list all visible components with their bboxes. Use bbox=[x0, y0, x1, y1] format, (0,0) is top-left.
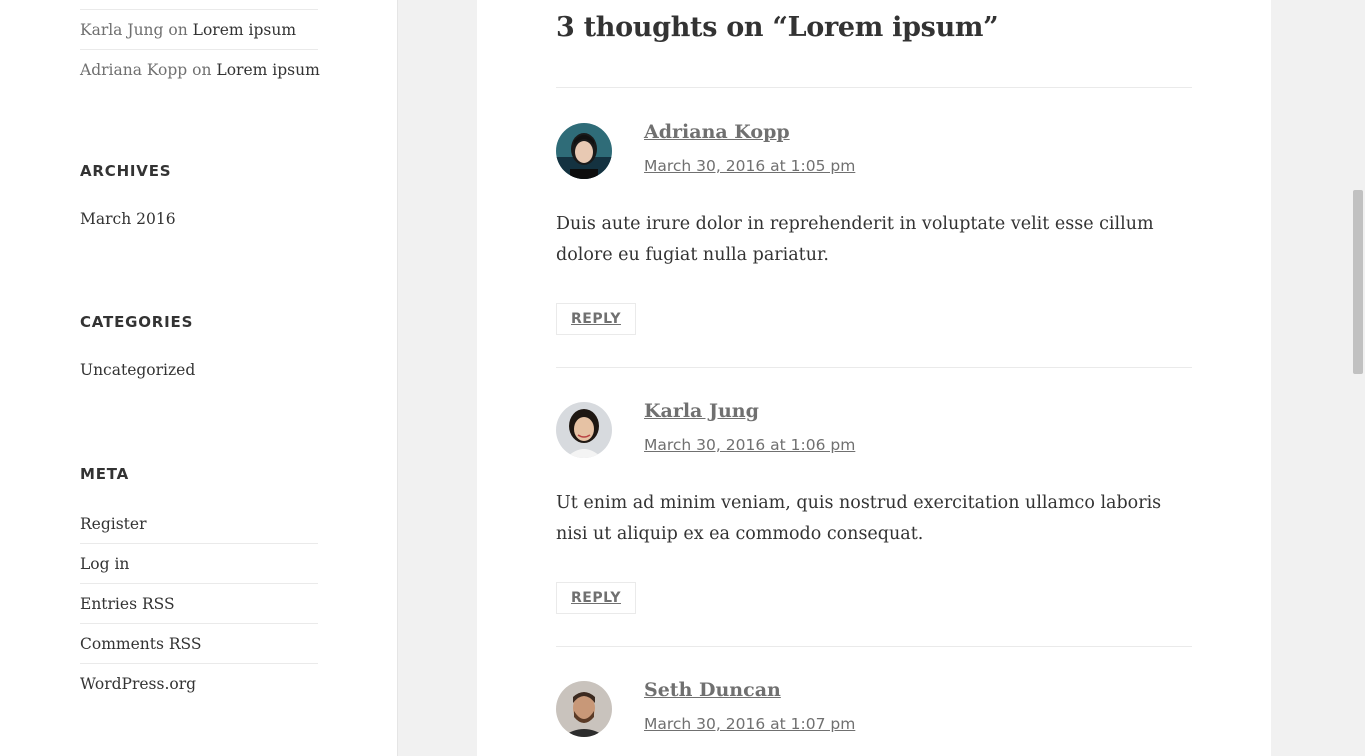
comment-on: on bbox=[192, 61, 212, 79]
register-link[interactable]: Register bbox=[80, 515, 147, 533]
list-item: Karla Jung on Lorem ipsum bbox=[80, 9, 318, 49]
category-link-uncategorized[interactable]: Uncategorized bbox=[80, 361, 195, 379]
comment-author-link[interactable]: Karla Jung bbox=[644, 400, 759, 422]
login-link[interactable]: Log in bbox=[80, 555, 129, 573]
divider bbox=[556, 87, 1192, 88]
reply-button[interactable]: REPLY bbox=[556, 582, 636, 614]
comment-text: Duis aute irure dolor in reprehenderit i… bbox=[556, 214, 1154, 265]
comment-text: Ut enim ad minim veniam, quis nostrud ex… bbox=[556, 493, 1162, 544]
comment-author: Adriana Kopp bbox=[80, 61, 188, 79]
comment: Adriana Kopp March 30, 2016 at 1:05 pm D… bbox=[556, 121, 1192, 335]
comment-author-link[interactable]: Adriana Kopp bbox=[644, 121, 790, 143]
comment-date-link[interactable]: March 30, 2016 at 1:06 pm bbox=[644, 436, 855, 454]
scrollbar-thumb[interactable] bbox=[1353, 190, 1363, 374]
comment: Seth Duncan March 30, 2016 at 1:07 pm bbox=[556, 679, 1192, 756]
list-item: Log in bbox=[80, 544, 318, 584]
meta-list: Register Log in Entries RSS Comments RSS… bbox=[80, 504, 318, 703]
recent-comments-list: Karla Jung on Lorem ipsum Adriana Kopp o… bbox=[80, 0, 320, 89]
comment: Karla Jung March 30, 2016 at 1:06 pm Ut … bbox=[556, 400, 1192, 614]
entries-rss-link[interactable]: Entries RSS bbox=[80, 595, 175, 613]
comment-author-link[interactable]: Seth Duncan bbox=[644, 679, 781, 701]
comment-date-link[interactable]: March 30, 2016 at 1:07 pm bbox=[644, 715, 855, 733]
list-item: Adriana Kopp on Lorem ipsum bbox=[80, 49, 320, 89]
avatar bbox=[556, 402, 612, 458]
archive-link-march-2016[interactable]: March 2016 bbox=[80, 210, 176, 228]
divider bbox=[556, 367, 1192, 368]
wordpress-org-link[interactable]: WordPress.org bbox=[80, 675, 196, 693]
recent-comment-post-link[interactable]: Lorem ipsum bbox=[216, 61, 319, 79]
divider bbox=[556, 646, 1192, 647]
list-item: Entries RSS bbox=[80, 584, 318, 624]
recent-comment-post-link[interactable]: Lorem ipsum bbox=[193, 21, 296, 39]
comments-rss-link[interactable]: Comments RSS bbox=[80, 635, 202, 653]
list-item: Comments RSS bbox=[80, 624, 318, 664]
sidebar: Karla Jung on Lorem ipsum Adriana Kopp o… bbox=[0, 0, 398, 756]
list-item: Register bbox=[80, 504, 318, 544]
comment-date-link[interactable]: March 30, 2016 at 1:05 pm bbox=[644, 157, 855, 175]
meta-heading: META bbox=[80, 465, 130, 483]
comments-title: 3 thoughts on “Lorem ipsum” bbox=[556, 12, 999, 43]
reply-button[interactable]: REPLY bbox=[556, 303, 636, 335]
archives-heading: ARCHIVES bbox=[80, 162, 172, 180]
scrollbar[interactable] bbox=[1351, 0, 1365, 756]
avatar bbox=[556, 123, 612, 179]
comments-area: 3 thoughts on “Lorem ipsum” Adriana Kopp… bbox=[477, 0, 1271, 756]
categories-heading: CATEGORIES bbox=[80, 313, 194, 331]
list-item: WordPress.org bbox=[80, 664, 318, 703]
avatar bbox=[556, 681, 612, 737]
comment-author: Karla Jung bbox=[80, 21, 164, 39]
comment-on: on bbox=[168, 21, 188, 39]
